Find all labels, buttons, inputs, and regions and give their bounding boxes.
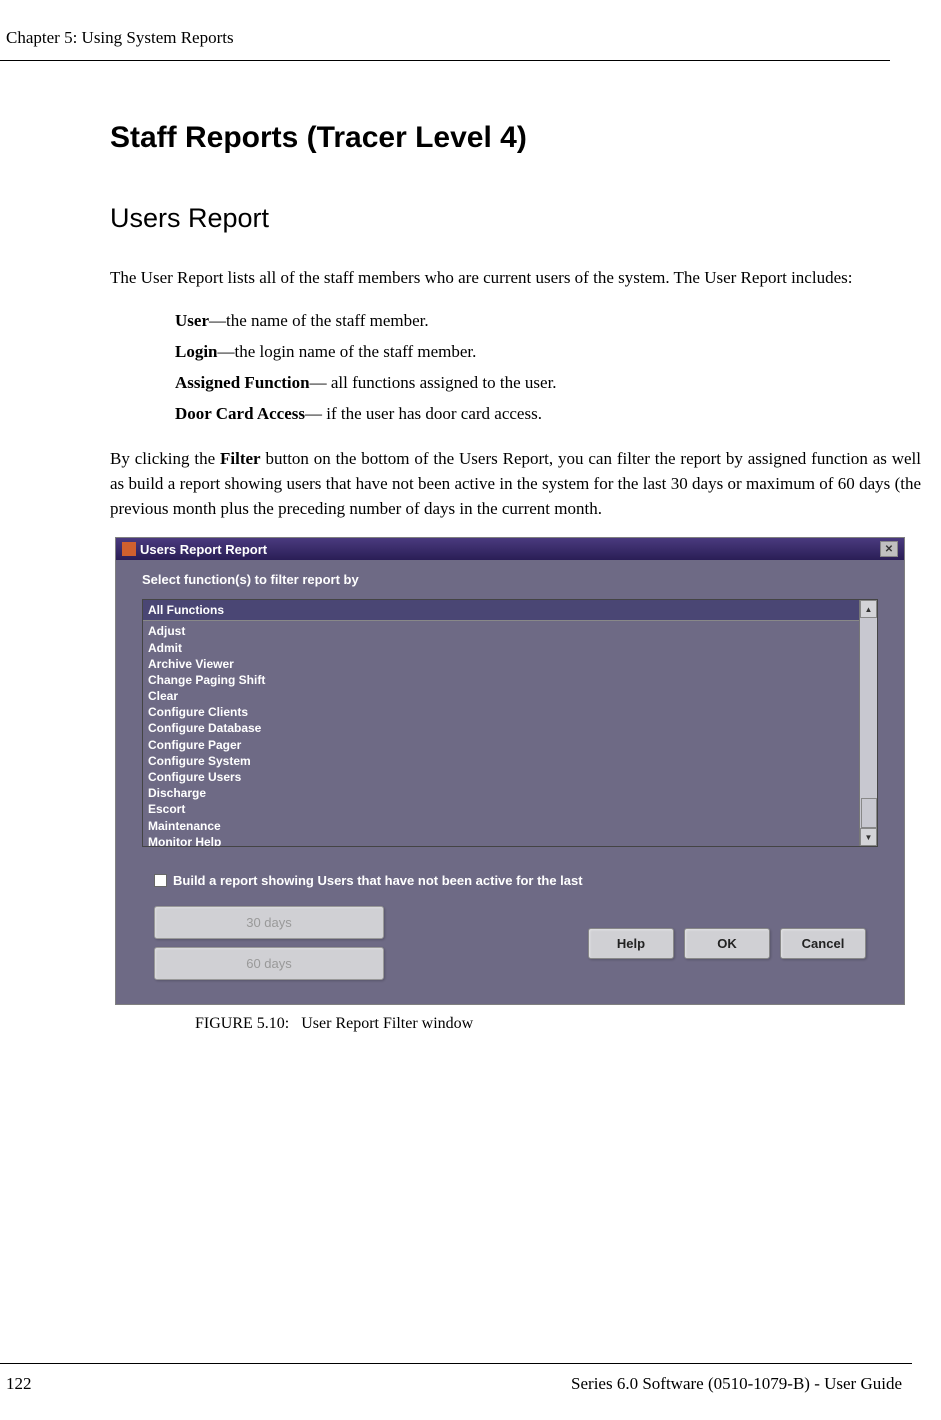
list-item[interactable]: Admit <box>148 640 854 656</box>
filter-label: Select function(s) to filter report by <box>142 572 878 587</box>
list-item[interactable]: Archive Viewer <box>148 656 854 672</box>
chapter-header: Chapter 5: Using System Reports <box>0 0 890 61</box>
list-item[interactable]: Configure Pager <box>148 737 854 753</box>
functions-listbox[interactable]: All Functions Adjust Admit Archive Viewe… <box>143 600 859 846</box>
scrollbar[interactable]: ▲ ▼ <box>859 600 877 846</box>
app-icon <box>122 542 136 556</box>
page-number: 122 <box>6 1374 32 1394</box>
30-days-button[interactable]: 30 days <box>154 906 384 939</box>
section-heading-1: Staff Reports (Tracer Level 4) <box>110 121 921 155</box>
list-item[interactable]: Change Paging Shift <box>148 672 854 688</box>
bullet-list: User—the name of the staff member. Login… <box>110 307 921 428</box>
list-item[interactable]: Configure System <box>148 753 854 769</box>
checkbox-label: Build a report showing Users that have n… <box>173 873 583 888</box>
dialog-title: Users Report Report <box>140 542 267 557</box>
list-item[interactable]: Maintenance <box>148 818 854 834</box>
list-item[interactable]: Clear <box>148 688 854 704</box>
bullet-item: Login—the login name of the staff member… <box>175 338 921 365</box>
list-item[interactable]: Configure Clients <box>148 704 854 720</box>
intro-paragraph: The User Report lists all of the staff m… <box>110 266 921 291</box>
bullet-item: Assigned Function— all functions assigne… <box>175 369 921 396</box>
ok-button[interactable]: OK <box>684 928 770 959</box>
list-item[interactable]: Adjust <box>148 623 854 639</box>
scroll-down-icon[interactable]: ▼ <box>860 828 877 846</box>
close-button[interactable]: ✕ <box>880 541 898 557</box>
list-item[interactable]: Configure Database <box>148 720 854 736</box>
filter-paragraph: By clicking the Filter button on the bot… <box>110 447 921 521</box>
bullet-item: Door Card Access— if the user has door c… <box>175 400 921 427</box>
list-item[interactable]: Configure Users <box>148 769 854 785</box>
scroll-thumb[interactable] <box>861 798 877 828</box>
cancel-button[interactable]: Cancel <box>780 928 866 959</box>
60-days-button[interactable]: 60 days <box>154 947 384 980</box>
page-footer: 122 Series 6.0 Software (0510-1079-B) - … <box>0 1363 912 1394</box>
section-heading-2: Users Report <box>110 203 921 234</box>
figure-caption: FIGURE 5.10: User Report Filter window <box>195 1015 921 1033</box>
dialog-screenshot: Users Report Report ✕ Select function(s)… <box>115 537 905 1005</box>
bullet-item: User—the name of the staff member. <box>175 307 921 334</box>
list-header[interactable]: All Functions <box>143 600 859 621</box>
list-item[interactable]: Escort <box>148 801 854 817</box>
dialog-titlebar: Users Report Report ✕ <box>116 538 904 560</box>
scroll-up-icon[interactable]: ▲ <box>860 600 877 618</box>
help-button[interactable]: Help <box>588 928 674 959</box>
list-item[interactable]: Monitor Help <box>148 834 854 847</box>
inactive-users-checkbox[interactable] <box>154 874 167 887</box>
list-item[interactable]: Discharge <box>148 785 854 801</box>
footer-title: Series 6.0 Software (0510-1079-B) - User… <box>571 1374 902 1394</box>
